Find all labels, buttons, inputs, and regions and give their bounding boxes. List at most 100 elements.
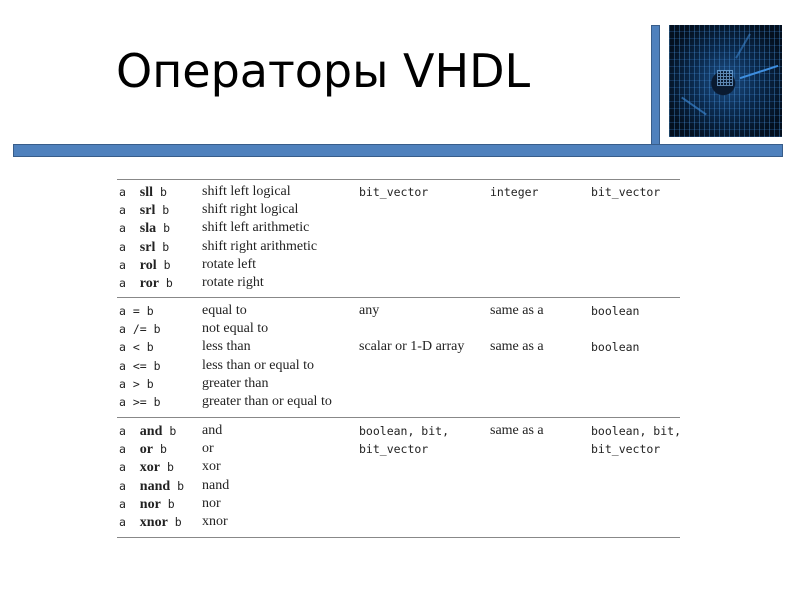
table-row: a = b equal to any same as a boolean [117,302,680,320]
slide-title: Операторы VHDL [116,44,531,98]
operand-b: b [146,376,154,391]
operator: nor [139,496,161,512]
table-row: a nor b nor [117,495,680,513]
operator-description: nand [202,477,230,493]
table-row: a nand b nand [117,477,680,495]
operand-b-type: same as a [490,339,544,355]
operator-expression: a srl b [119,201,169,220]
operand-a: a [119,395,126,409]
operator-expression: a nor b [119,495,175,514]
table-row: a /= b not equal to [117,320,680,338]
table-row: a xnor b xnor [117,513,680,531]
table-row: a xor b xor [117,458,680,476]
operator-description: greater than or equal to [202,394,332,409]
operator-expression: a rol b [119,256,171,275]
table-rule [117,179,680,180]
operator-expression: a > b [119,375,154,393]
operand-a: a [119,276,126,290]
operand-b: b [159,442,167,457]
operand-a: a [119,496,126,511]
operand-a: a [119,515,126,529]
operand-a: a [119,478,126,493]
operator-description: and [202,423,223,438]
circuit-board-image [669,25,782,137]
operator: rol [139,257,157,273]
operator-expression: a /= b [119,320,161,338]
horizontal-accent-bar [13,144,783,157]
operator-description: or [202,441,214,457]
operand-a: a [119,460,126,475]
operand-b: b [163,257,171,272]
table-row: a sll b shift left logical bit_vector integ… [117,183,680,201]
operator: or [139,442,154,458]
result-type: bit_vector [591,185,661,199]
operator: xnor [139,515,168,530]
operand-b: b [159,185,167,199]
operand-b: b [167,496,175,511]
operator: < [132,340,140,355]
operator-description: less than [202,339,251,355]
operator: <= [132,358,147,373]
table-row: a > b greater than [117,375,680,393]
operand-b-type: same as a [490,423,544,438]
table-row: a <= b less than or equal to [117,357,680,375]
operand-a: a [119,358,126,373]
operand-a: a [119,322,126,337]
operator-expression: a xor b [119,458,174,477]
operand-b-type: same as a [490,303,544,318]
operator-description: not equal to [202,321,269,337]
operator-description: rotate left [202,256,257,272]
trace-decoration [735,33,751,59]
operand-b: b [153,358,161,373]
operator: and [139,424,163,439]
result-type: boolean, bit, [591,424,682,438]
table-row: a >= b greater than or equal to [117,393,680,411]
table-row: a and b and boolean, bit, same as a boolean,… [117,422,682,441]
operator-description: shift left logical [202,184,291,199]
operand-a-type: bit_vector [359,442,429,457]
operand-b: b [166,460,174,475]
operator: srl [139,239,156,255]
operator: sll [139,185,154,200]
operator-description: greater than [202,375,269,391]
operator-expression: a >= b [119,393,161,411]
operator-expression: a nand b [119,477,184,496]
operand-a-type: boolean, bit, [359,424,450,438]
operand-b: b [174,515,182,529]
operand-b: b [153,395,161,409]
trace-decoration [739,64,779,80]
operator-expression: a <= b [119,357,161,375]
table-row: a srl b shift right logical [117,201,680,219]
operator-expression: a = b [119,302,154,320]
operand-a: a [119,424,126,438]
operand-a: a [119,304,126,318]
table-row: a rol b rotate left [117,256,680,274]
operator-expression: a and b [119,422,176,441]
operand-a: a [119,257,126,272]
operand-a: a [119,376,126,391]
operator-expression: a ror b [119,274,173,293]
operator: ror [139,276,159,291]
operand-a-type: any [359,303,380,318]
table-row: a or b or bit_vector bit_vector [117,440,680,458]
operator: >= [132,395,147,409]
operator-description: shift right logical [202,202,299,218]
table-rule [117,537,680,538]
operand-a: a [119,442,126,457]
operator: /= [132,322,147,337]
chip-glyph [717,70,733,86]
operator-expression: a or b [119,440,167,459]
table-row: a srl b shift right arithmetic [117,238,680,256]
table-row: a sla b shift left arithmetic [117,219,680,237]
operator-expression: a sla b [119,219,170,238]
operator: xor [139,460,161,476]
result-type: bit_vector [591,442,661,457]
operator: = [132,304,140,318]
operand-b: b [163,221,171,236]
table-row: a ror b rotate right [117,274,680,292]
operand-a: a [119,239,126,254]
operand-b-type: integer [490,185,539,199]
operator: nand [139,478,171,494]
operand-b: b [177,478,185,493]
operator-description: rotate right [202,275,264,290]
